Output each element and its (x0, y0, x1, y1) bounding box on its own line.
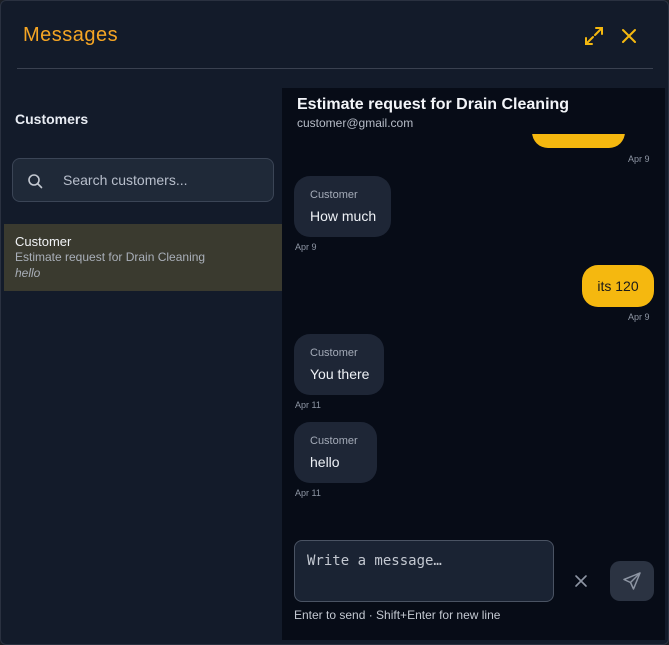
message-sender: Customer (310, 435, 358, 447)
message-sender: Customer (310, 347, 358, 359)
clear-button[interactable] (572, 572, 590, 590)
close-button[interactable] (614, 21, 644, 51)
x-icon (575, 575, 587, 587)
chat-panel: Estimate request for Drain Cleaning cust… (282, 88, 665, 640)
message-bubble-outgoing: its 120 (582, 265, 654, 307)
message-time: Apr 9 (628, 154, 650, 164)
conversation-subject: Estimate request for Drain Cleaning (15, 250, 206, 264)
chat-title: Estimate request for Drain Cleaning (297, 96, 570, 113)
send-button[interactable] (610, 561, 654, 601)
conversation-preview: hello (15, 266, 41, 280)
message-input[interactable] (294, 540, 554, 602)
conversation-name: Customer (15, 234, 72, 249)
message-text: its 120 (597, 278, 639, 294)
search-icon (28, 174, 43, 189)
message-bubble-incoming: Customer You there (294, 334, 384, 395)
message-bubble-incoming: Customer How much (294, 176, 391, 237)
message-bubble-incoming: Customer hello (294, 422, 377, 483)
compose-hint: Enter to send · Shift+Enter for new line (294, 608, 501, 622)
message-text: How much (310, 208, 377, 224)
conversation-item[interactable]: Customer Estimate request for Drain Clea… (4, 224, 282, 291)
message-text: You there (310, 366, 370, 382)
modal-header: Messages (1, 1, 668, 69)
expand-icon (585, 27, 603, 45)
chat-header: Estimate request for Drain Cleaning cust… (282, 88, 665, 134)
message-sender: Customer (310, 189, 358, 201)
chat-email: customer@gmail.com (297, 116, 414, 130)
messages-modal: Messages Customers Customer Estimate req… (0, 0, 669, 645)
send-icon (623, 572, 641, 590)
expand-button[interactable] (579, 21, 609, 51)
close-icon (622, 29, 636, 43)
sidebar-title: Customers (15, 111, 89, 127)
message-time: Apr 11 (295, 400, 321, 410)
message-time: Apr 9 (628, 312, 650, 322)
search-input[interactable] (63, 159, 263, 201)
message-text: hello (310, 454, 340, 470)
header-divider (17, 68, 653, 69)
message-time: Apr 9 (295, 242, 317, 252)
message-time: Apr 11 (295, 488, 321, 498)
search-box (12, 158, 274, 202)
modal-title: Messages (23, 24, 119, 46)
